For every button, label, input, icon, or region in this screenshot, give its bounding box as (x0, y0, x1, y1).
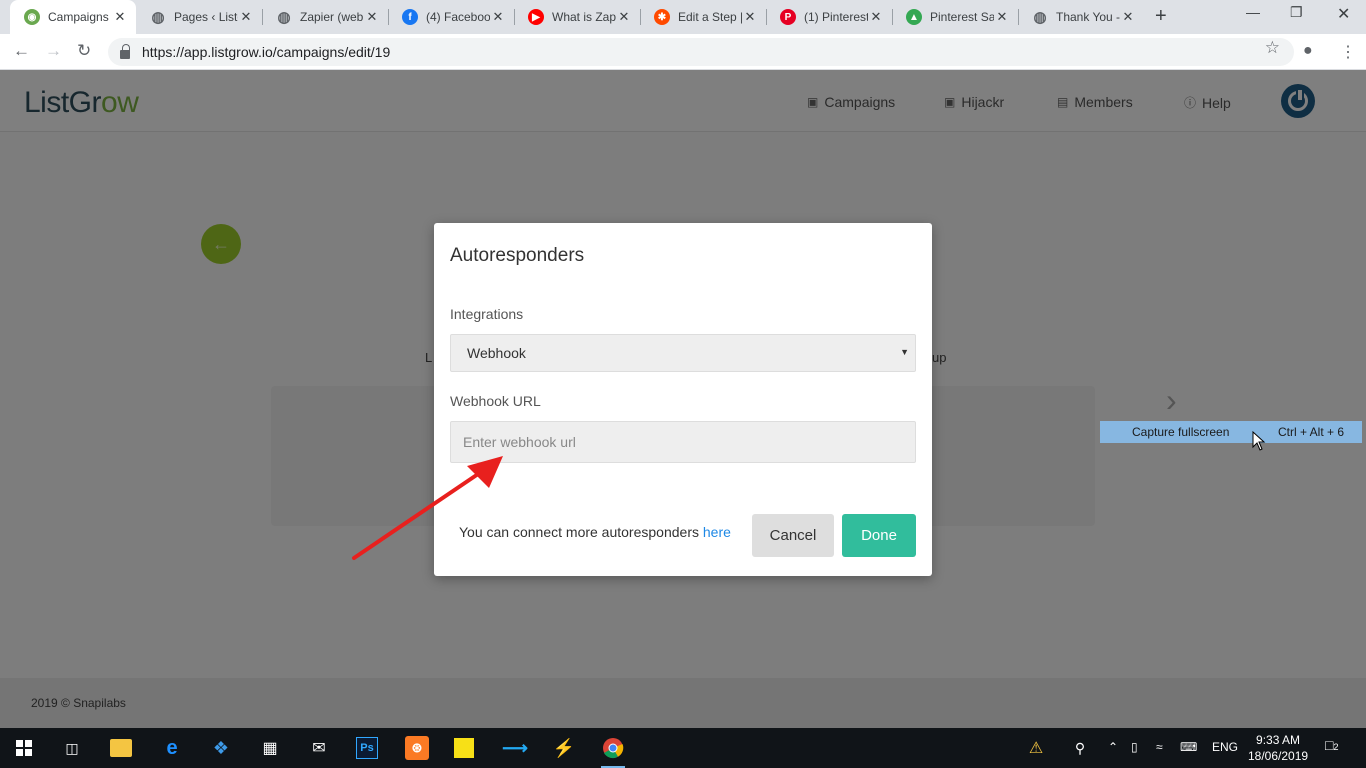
xampp-icon[interactable]: ⊛ (405, 736, 429, 760)
sticky-notes-icon[interactable] (454, 738, 474, 758)
show-hidden-icons-chevron[interactable]: ⌃ (1108, 740, 1118, 754)
chrome-logo (603, 738, 624, 759)
capture-fullscreen-tooltip[interactable]: Capture fullscreen Ctrl + Alt + 6 (1100, 421, 1362, 443)
mail-icon[interactable]: ✉ (307, 736, 331, 760)
file-explorer-icon[interactable] (110, 739, 132, 757)
taskbar-clock[interactable]: 9:33 AM 18/06/2019 (1248, 732, 1308, 764)
arrow-shaft (352, 468, 486, 560)
mouse-cursor-icon (1252, 431, 1266, 451)
task-view-icon[interactable]: ◫ (60, 736, 84, 760)
people-icon[interactable]: ⚲ (1068, 736, 1092, 760)
store-icon[interactable]: ▦ (258, 736, 282, 760)
chrome-icon[interactable] (601, 736, 625, 760)
windows-logo (16, 740, 32, 756)
notifications-icon[interactable]: □2 (1325, 737, 1338, 753)
language-indicator[interactable]: ENG (1212, 740, 1238, 754)
battery-icon[interactable]: ▯ (1131, 740, 1138, 754)
wifi-icon[interactable]: ≈ (1156, 740, 1163, 754)
keyboard-icon[interactable]: ⌨ (1180, 740, 1197, 754)
dropbox-icon[interactable]: ❖ (209, 736, 233, 760)
vscode-icon[interactable]: ⟶ (502, 736, 528, 760)
lightning-app-icon[interactable]: ⚡ (552, 736, 576, 760)
annotation-arrow (352, 456, 503, 560)
cursor-shape (1252, 431, 1266, 451)
windows-start-icon[interactable] (12, 736, 36, 760)
arrow-head (467, 456, 503, 488)
photoshop-icon[interactable]: Ps (356, 737, 378, 759)
screen: ◉ Campaigns ✕ ◍ Pages ‹ Listg ✕ ◍ Zapier (web ✕ f… (0, 0, 1366, 768)
security-warning-icon[interactable]: ⚠ (1024, 736, 1048, 760)
windows-taskbar: ◫ e ❖ ▦ ✉ Ps ⊛ ⟶ ⚡ ⚠ ⚲ ⌃ ▯ ≈ ⌨ ENG 9:33 … (0, 728, 1366, 768)
edge-icon[interactable]: e (160, 736, 184, 760)
